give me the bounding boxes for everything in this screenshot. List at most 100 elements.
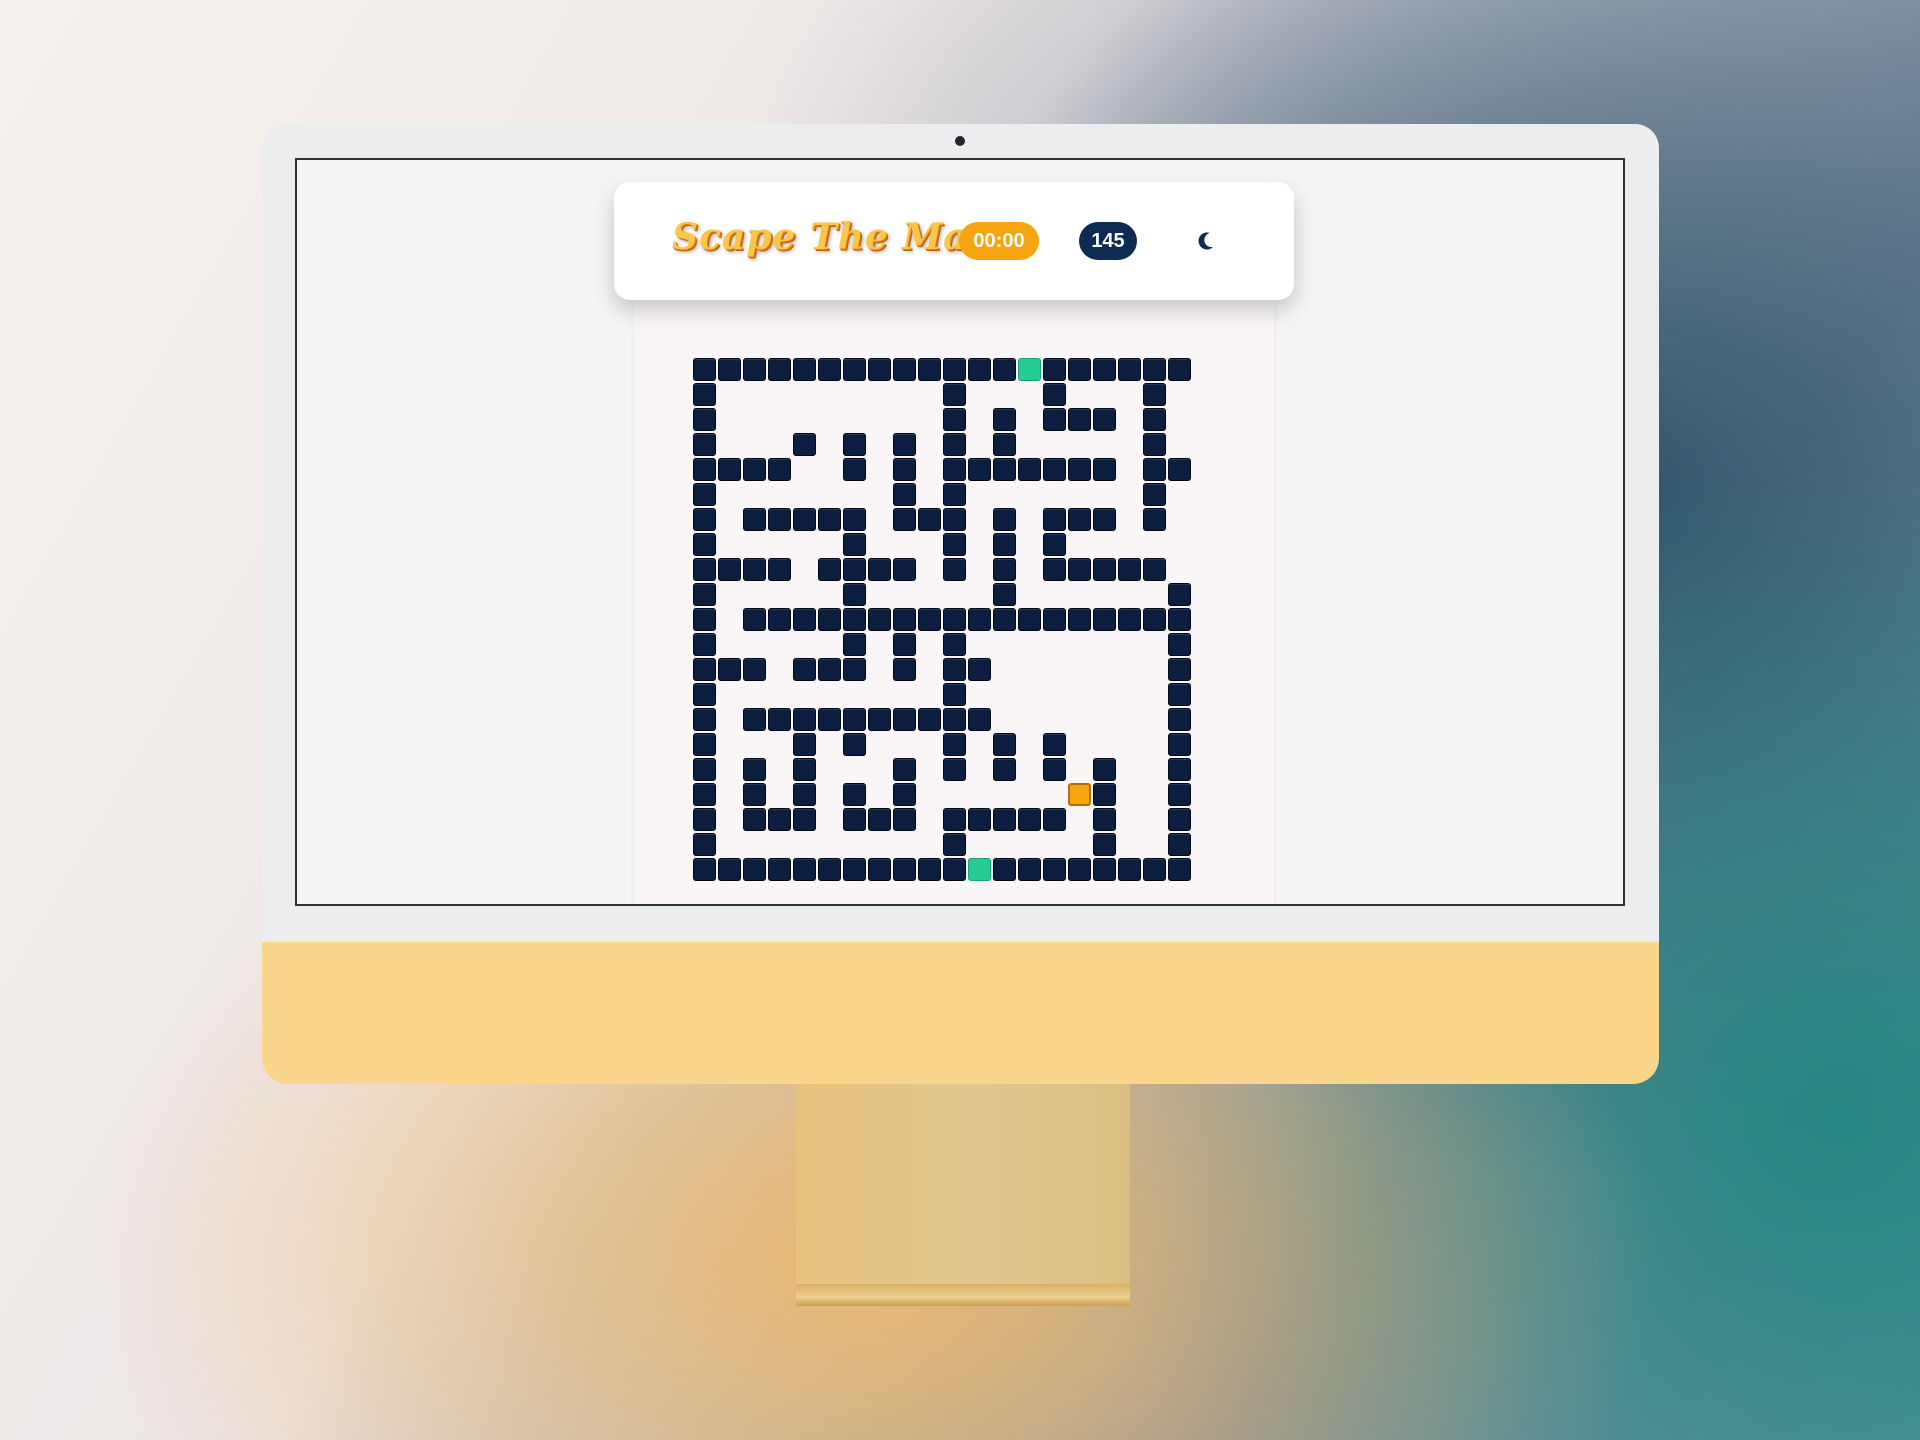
maze-wall-block [993,458,1016,481]
maze-wall-block [768,858,791,881]
maze-wall-block [1143,433,1166,456]
maze-wall-block [868,558,891,581]
maze-wall-block [943,833,966,856]
maze-wall-block [1118,858,1141,881]
maze-wall-block [993,358,1016,381]
maze-wall-block [1143,408,1166,431]
maze-wall-block [993,533,1016,556]
maze-wall-block [793,708,816,731]
maze-wall-block [943,733,966,756]
maze-wall-block [1118,358,1141,381]
maze-wall-block [893,783,916,806]
maze-wall-block [768,458,791,481]
maze-wall-block [1043,733,1066,756]
maze-grid[interactable] [693,358,1218,883]
maze-wall-block [1018,858,1041,881]
maze-wall-block [1093,758,1116,781]
maze-wall-block [693,758,716,781]
maze-wall-block [968,458,991,481]
maze-wall-block [918,708,941,731]
maze-wall-block [718,558,741,581]
maze-wall-block [893,658,916,681]
maze-wall-block [818,708,841,731]
maze-wall-block [793,733,816,756]
maze-wall-block [1093,458,1116,481]
maze-wall-block [918,508,941,531]
maze-wall-block [943,358,966,381]
screen: Scape The Maze 00:00 145 [295,158,1625,906]
maze-wall-block [968,808,991,831]
maze-wall-block [818,508,841,531]
maze-wall-block [693,833,716,856]
maze-wall-block [943,508,966,531]
maze-wall-block [818,658,841,681]
timer-badge: 00:00 [959,222,1039,260]
moon-icon[interactable] [1194,228,1220,254]
maze-wall-block [1168,683,1191,706]
maze-wall-block [943,758,966,781]
maze-wall-block [1093,558,1116,581]
maze-wall-block [1018,458,1041,481]
maze-wall-block [693,808,716,831]
maze-wall-block [743,608,766,631]
maze-wall-block [1168,783,1191,806]
maze-wall-block [893,758,916,781]
maze-wall-block [993,558,1016,581]
maze-wall-block [1168,758,1191,781]
maze-wall-block [893,483,916,506]
theme-toggle-moon [1198,232,1213,250]
maze-wall-block [1143,383,1166,406]
maze-wall-block [943,533,966,556]
maze-wall-block [843,808,866,831]
monitor-stand-base [796,1284,1130,1306]
maze-wall-block [743,508,766,531]
maze-wall-block [893,608,916,631]
maze-wall-block [943,433,966,456]
maze-exit-cell [968,858,991,881]
maze-wall-block [1168,858,1191,881]
maze-wall-block [1068,558,1091,581]
maze-wall-block [993,608,1016,631]
maze-wall-block [943,708,966,731]
maze-wall-block [1168,583,1191,606]
maze-wall-block [818,558,841,581]
camera-dot [955,136,965,146]
maze-wall-block [1018,808,1041,831]
maze-wall-block [1143,508,1166,531]
maze-wall-block [693,358,716,381]
maze-wall-block [918,608,941,631]
maze-wall-block [943,408,966,431]
imac-frame: Scape The Maze 00:00 145 [262,124,1659,1306]
maze-wall-block [693,733,716,756]
maze-wall-block [693,408,716,431]
maze-wall-block [943,808,966,831]
maze-wall-block [1168,458,1191,481]
maze-wall-block [943,558,966,581]
maze-wall-block [868,858,891,881]
maze-wall-block [1168,733,1191,756]
maze-wall-block [843,558,866,581]
maze-wall-block [843,358,866,381]
maze-wall-block [1043,533,1066,556]
maze-wall-block [1143,858,1166,881]
maze-wall-block [768,708,791,731]
maze-wall-block [1168,358,1191,381]
maze-wall-block [1143,358,1166,381]
maze-wall-block [1068,358,1091,381]
maze-wall-block [693,683,716,706]
maze-wall-block [993,508,1016,531]
maze-wall-block [843,608,866,631]
maze-wall-block [793,808,816,831]
maze-wall-block [818,858,841,881]
maze-wall-block [743,708,766,731]
maze-wall-block [743,558,766,581]
maze-wall-block [693,558,716,581]
player-block[interactable] [1068,783,1091,806]
maze-wall-block [893,433,916,456]
maze-wall-block [843,458,866,481]
monitor-stand [796,1084,1130,1294]
maze-wall-block [693,783,716,806]
maze-wall-block [843,533,866,556]
maze-wall-block [1068,408,1091,431]
maze-wall-block [943,633,966,656]
